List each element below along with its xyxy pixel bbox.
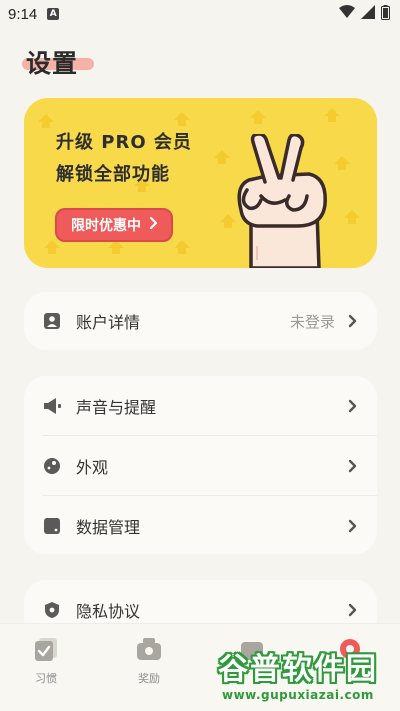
data-icon [42,516,62,536]
user-card-icon [42,311,62,331]
promo-subline: 解锁全部功能 [56,164,170,185]
account-details-label: 账户详情 [76,313,141,332]
watermark: 谷普软件园 www.gupuxiazai.com [218,644,396,706]
nav-label-rewards: 奖励 [138,672,160,685]
status-bar: 9:14 A [0,0,400,28]
notification-badge: A [47,8,60,20]
appearance-row[interactable]: 外观 [24,436,377,496]
nav-label-habits: 习惯 [35,672,57,685]
speaker-icon [42,396,62,416]
login-status: 未登录 [289,312,335,331]
chevron-right-icon [345,314,359,328]
ok-hand-illustration [237,134,327,268]
battery-icon [381,4,390,24]
sound-reminder-label: 声音与提醒 [76,398,157,417]
watermark-title: 谷普软件园 [218,652,378,687]
watermark-url: www.gupuxiazai.com [222,688,374,702]
chevron-right-icon [345,519,359,533]
shield-icon [42,600,62,620]
wifi-icon [339,5,355,23]
data-management-label: 数据管理 [76,518,141,537]
privacy-policy-label: 隐私协议 [76,602,141,621]
pro-upgrade-banner[interactable]: 升级 PRO 会员 解锁全部功能 限时优惠中 [24,98,377,268]
limited-offer-label: 限时优惠中 [71,218,141,234]
chevron-right-icon [345,603,359,617]
page-title-wrap: 设置 [22,44,94,80]
sound-reminder-row[interactable]: 声音与提醒 [24,376,377,436]
limited-offer-button[interactable]: 限时优惠中 [55,208,173,242]
nav-item-rewards[interactable]: 奖励 [119,636,179,686]
nav-item-habits[interactable]: 习惯 [16,636,76,686]
account-card: 账户详情 未登录 [24,292,377,350]
status-icons [339,4,390,24]
promo-headline: 升级 PRO 会员 [56,132,192,153]
status-time: 9:14 [8,5,38,23]
chevron-right-icon [345,459,359,473]
data-management-row[interactable]: 数据管理 [24,496,377,556]
account-details-row[interactable]: 账户详情 未登录 [24,292,377,350]
chevron-right-icon [149,216,158,233]
page-title: 设置 [26,49,79,78]
habit-check-icon [33,638,59,666]
appearance-label: 外观 [76,458,109,477]
chevron-right-icon [345,399,359,413]
palette-icon [42,456,62,476]
reward-icon [135,638,163,666]
signal-icon [361,5,375,23]
preferences-card: 声音与提醒 外观 数据管理 [24,376,377,554]
